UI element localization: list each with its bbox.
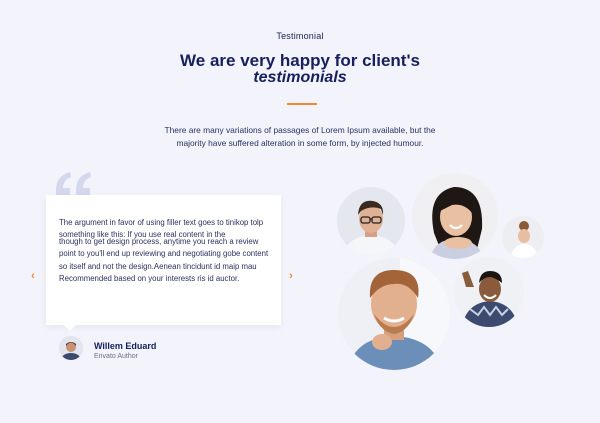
- section-title: We are very happy for client's: [180, 51, 420, 70]
- client-photo-man-glasses[interactable]: [337, 187, 405, 255]
- author-avatar: [59, 336, 83, 360]
- section-intro: There are many variations of passages of…: [164, 125, 436, 148]
- testimonial-text-overlap: though to get design process, anytime yo…: [59, 237, 269, 284]
- prev-arrow-icon[interactable]: ‹: [28, 269, 38, 283]
- client-photo-man-laughing[interactable]: [338, 258, 450, 370]
- client-photo-man-cheering[interactable]: [454, 257, 524, 327]
- client-photo-woman-smiling[interactable]: [412, 173, 498, 259]
- next-arrow-icon[interactable]: ›: [286, 269, 296, 283]
- section-title-emphasis: testimonials: [253, 69, 347, 86]
- author-role: Envato Author: [94, 353, 138, 360]
- testimonial-card: The argument in favor of using filler te…: [46, 195, 281, 331]
- title-divider: [287, 103, 317, 105]
- client-photo-small[interactable]: [502, 216, 544, 258]
- author-name: Willem Eduard: [94, 341, 157, 351]
- section-eyebrow: Testimonial: [276, 31, 324, 41]
